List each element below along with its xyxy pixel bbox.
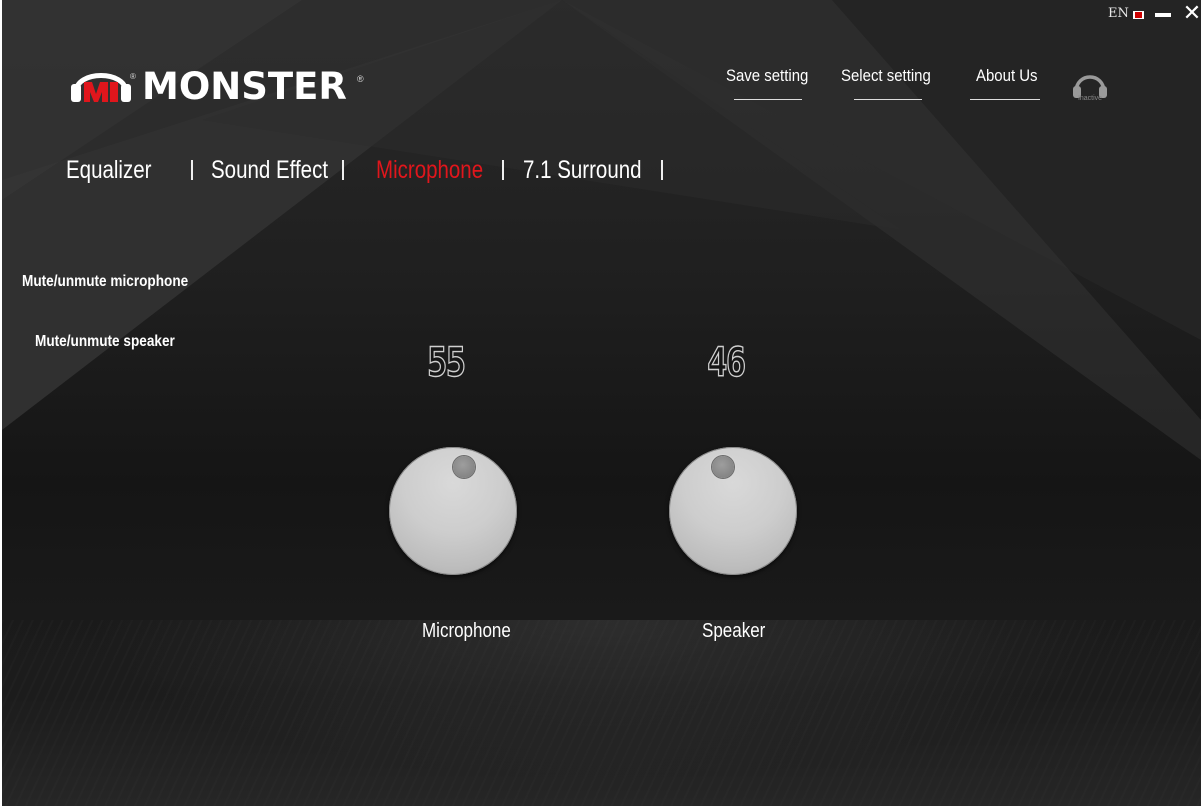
save-setting-link[interactable]: Save setting: [726, 66, 808, 86]
about-us-link[interactable]: About Us: [976, 66, 1038, 86]
knob-indicator-icon: [453, 456, 475, 478]
brand-registered-mark: ®: [357, 74, 364, 84]
knob-indicator-icon: [712, 456, 734, 478]
flag-icon[interactable]: [1133, 11, 1144, 19]
tab-separator: [502, 160, 504, 180]
brand-name: MONSTER: [142, 65, 347, 108]
tab-equalizer[interactable]: Equalizer: [66, 156, 151, 185]
microphone-label: Microphone: [422, 620, 511, 642]
mute-speaker-toggle[interactable]: Mute/unmute speaker: [35, 333, 175, 351]
language-selector[interactable]: EN: [1108, 6, 1129, 21]
select-setting-underline: [854, 99, 922, 100]
mute-microphone-toggle[interactable]: Mute/unmute microphone: [22, 273, 188, 291]
close-icon[interactable]: ✕: [1181, 2, 1201, 26]
app-window: EN ✕ ® MONSTER ® Save setting Select set…: [2, 0, 1201, 806]
monster-logo-icon: [71, 73, 131, 102]
microphone-volume-knob[interactable]: [389, 447, 517, 575]
tab-microphone[interactable]: Microphone: [376, 156, 483, 185]
tab-separator: [661, 160, 663, 180]
microphone-level-display: 55: [426, 339, 466, 386]
tab-separator: [342, 160, 344, 180]
speaker-level-display: 46: [706, 339, 746, 386]
save-setting-underline: [734, 99, 802, 100]
speaker-volume-knob[interactable]: [669, 447, 797, 575]
minimize-icon[interactable]: [1155, 13, 1171, 17]
about-us-underline: [970, 99, 1040, 100]
tab-7-1-surround[interactable]: 7.1 Surround: [523, 156, 642, 185]
tab-sound-effect[interactable]: Sound Effect: [211, 156, 328, 185]
floor-texture: [2, 620, 1201, 806]
speaker-label: Speaker: [702, 620, 766, 642]
tab-separator: [191, 160, 193, 180]
logo-registered-mark: ®: [130, 72, 136, 81]
select-setting-link[interactable]: Select setting: [841, 66, 931, 86]
device-status-label: Inactive: [1077, 95, 1103, 102]
